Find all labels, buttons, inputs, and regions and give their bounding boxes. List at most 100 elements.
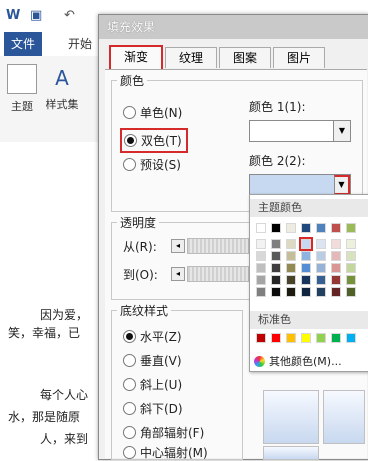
color1-label: 颜色 1(1): [249,100,306,114]
standard-color-swatch[interactable] [301,333,311,343]
radio-circle [124,134,137,147]
radio-label: 角部辐射(F) [140,426,205,440]
radio-preset[interactable]: 预设(S) [123,156,181,173]
theme-color-swatch[interactable] [316,239,326,249]
dialog-title: 填充效果 [107,20,156,34]
radio-label: 双色(T) [141,134,182,148]
radio-two-colors[interactable]: 双色(T) [120,128,188,153]
transparency-from-label: 从(R): [123,240,157,254]
theme-color-swatch[interactable] [346,287,356,297]
transparency-to-slider[interactable] [187,266,249,282]
theme-color-swatch[interactable] [301,275,311,285]
theme-color-swatch[interactable] [316,251,326,261]
radio-horizontal[interactable]: 水平(Z) [123,328,182,345]
theme-color-swatch[interactable] [271,223,281,233]
theme-color-swatch[interactable] [331,263,341,273]
theme-color-swatch[interactable] [271,251,281,261]
radio-diagonal-down[interactable]: 斜下(D) [123,400,183,417]
theme-color-swatch[interactable] [286,263,296,273]
radio-from-corner[interactable]: 角部辐射(F) [123,424,204,441]
theme-color-swatch[interactable] [286,287,296,297]
theme-color-swatch[interactable] [256,263,266,273]
theme-color-swatch[interactable] [271,275,281,285]
tab-picture[interactable]: 图片 [273,47,325,68]
theme-color-swatch[interactable] [316,263,326,273]
standard-color-swatch[interactable] [286,333,296,343]
theme-color-swatch[interactable] [271,239,281,249]
theme-color-swatch[interactable] [301,223,311,233]
transparency-group-label: 透明度 [117,214,160,231]
standard-colors-title: 标准色 [258,313,291,326]
theme-color-swatch[interactable] [301,263,311,273]
standard-color-swatch[interactable] [331,333,341,343]
chevron-down-icon[interactable]: ▼ [334,175,350,195]
colors-group-label: 颜色 [117,72,148,89]
theme-button[interactable]: 主题 [4,64,40,114]
doc-line: 水，那是随原 [8,410,81,424]
radio-circle [123,378,136,391]
slider-left-arrow-icon[interactable]: ◂ [171,239,185,253]
theme-color-swatch[interactable] [316,223,326,233]
theme-color-swatch[interactable] [271,287,281,297]
standard-color-swatch[interactable] [256,333,266,343]
tab-file[interactable]: 文件 [4,32,42,56]
radio-vertical[interactable]: 垂直(V) [123,352,182,369]
theme-color-swatch[interactable] [331,275,341,285]
tab-pattern[interactable]: 图案 [219,47,271,68]
tab-texture[interactable]: 纹理 [165,47,217,68]
standard-color-swatch[interactable] [346,333,356,343]
theme-color-swatch[interactable] [286,251,296,261]
radio-from-center[interactable]: 中心辐射(M) [123,444,208,461]
variant-preview[interactable] [323,390,365,444]
radio-label: 水平(Z) [140,330,182,344]
radio-label: 斜上(U) [140,378,183,392]
theme-color-swatch[interactable] [271,263,281,273]
slider-left-arrow-icon[interactable]: ◂ [171,267,185,281]
theme-color-swatch[interactable] [256,239,266,249]
chevron-down-icon[interactable]: ▼ [333,121,350,141]
theme-color-swatch[interactable] [331,239,341,249]
standard-colors-header: 标准色 [250,311,368,329]
theme-color-swatch[interactable] [286,223,296,233]
radio-one-color[interactable]: 单色(N) [123,104,182,121]
more-colors-label: 其他颜色(M)... [269,355,342,368]
tab-home[interactable]: 开始 [58,32,102,56]
word-app-icon: W [6,8,21,23]
theme-color-swatch[interactable] [346,275,356,285]
theme-color-swatch[interactable] [346,223,356,233]
theme-color-swatch[interactable] [346,239,356,249]
doc-line: 因为爱， [40,308,89,322]
standard-color-swatch[interactable] [316,333,326,343]
theme-color-swatch[interactable] [331,287,341,297]
theme-color-swatch[interactable] [299,237,313,251]
theme-color-swatch[interactable] [346,263,356,273]
theme-color-swatch[interactable] [316,275,326,285]
more-colors-button[interactable]: 其他颜色(M)... [254,353,342,369]
standard-color-swatch[interactable] [271,333,281,343]
dialog-title-bar[interactable]: 填充效果 [99,15,368,39]
theme-color-swatch[interactable] [301,287,311,297]
undo-icon[interactable]: ↶ [64,8,75,24]
theme-color-swatch[interactable] [256,223,266,233]
theme-color-swatch[interactable] [316,287,326,297]
radio-circle [123,354,136,367]
radio-circle [123,402,136,415]
save-icon[interactable]: ▣ [30,8,42,24]
theme-color-swatch[interactable] [331,223,341,233]
variant-preview[interactable] [263,390,319,444]
color1-dropdown[interactable]: ▼ [249,120,351,142]
theme-color-swatch[interactable] [286,275,296,285]
theme-color-swatch[interactable] [256,287,266,297]
radio-diagonal-up[interactable]: 斜上(U) [123,376,182,393]
theme-color-swatch[interactable] [331,251,341,261]
theme-color-swatch[interactable] [346,251,356,261]
theme-color-swatch[interactable] [256,251,266,261]
theme-color-swatch[interactable] [286,239,296,249]
radio-circle [123,158,136,171]
theme-color-swatch[interactable] [301,251,311,261]
theme-colors-header: 主题颜色 [250,199,368,217]
color2-dropdown[interactable]: ▼ [249,174,351,196]
transparency-from-slider[interactable] [187,238,249,254]
theme-color-swatch[interactable] [256,275,266,285]
styleset-button[interactable]: A 样式集 [44,64,80,112]
